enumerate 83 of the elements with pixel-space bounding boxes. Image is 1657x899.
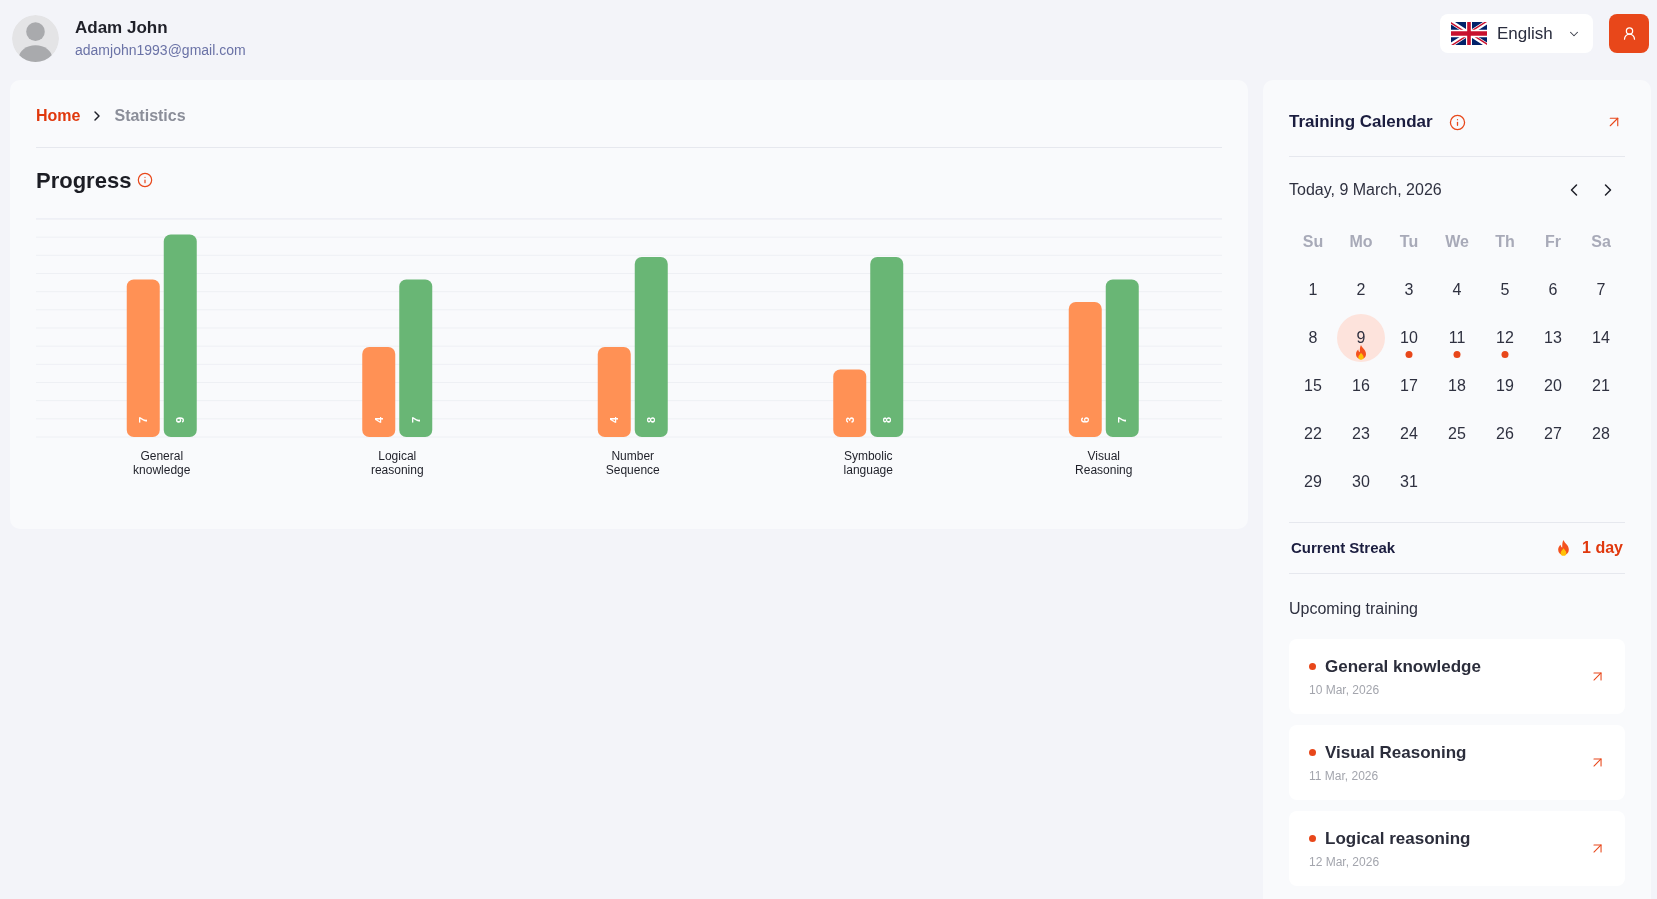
calendar-day[interactable]: 1: [1289, 266, 1337, 314]
bullet-icon: [1309, 663, 1316, 670]
weekday-label: Su: [1302, 232, 1324, 252]
training-title: Logical reasoning: [1325, 827, 1471, 850]
training-title: Visual Reasoning: [1325, 741, 1467, 764]
bar-value-label: 4: [372, 416, 385, 424]
bar-value-label: 4: [608, 416, 621, 424]
calendar-day[interactable]: 25: [1433, 410, 1481, 458]
bullet-icon: [1309, 835, 1316, 842]
user-silhouette-icon: [12, 15, 59, 62]
calendar-day[interactable]: 28: [1577, 410, 1625, 458]
bar-value-label: 7: [409, 416, 422, 424]
calendar-day[interactable]: 29: [1289, 458, 1337, 506]
calendar-day[interactable]: 5: [1481, 266, 1529, 314]
bar-value-label: 3: [843, 416, 856, 424]
user-email: adamjohn1993@gmail.com: [75, 41, 246, 60]
axis-label: Visual Reasoning: [1074, 449, 1134, 477]
user-icon: [1621, 26, 1637, 41]
breadcrumb-link[interactable]: Home: [36, 104, 81, 128]
streak-label: Current Streak: [1291, 537, 1396, 558]
training-date: 10 Mar, 2026: [1309, 681, 1381, 698]
calendar-day[interactable]: 30: [1337, 458, 1385, 506]
bar-value-label: 7: [1116, 416, 1129, 424]
flame-icon: [1557, 540, 1571, 556]
bar-value-label: 7: [137, 416, 150, 424]
calendar-day[interactable]: 18: [1433, 362, 1481, 410]
calendar-day[interactable]: 4: [1433, 266, 1481, 314]
calendar-day[interactable]: 2: [1337, 266, 1385, 314]
training-title: General knowledge: [1325, 655, 1481, 678]
streak-value: 1 day: [1582, 538, 1623, 558]
calendar-day[interactable]: 22: [1289, 410, 1337, 458]
bar-value-label: 8: [645, 416, 658, 424]
calendar-day[interactable]: 20: [1529, 362, 1577, 410]
flag-icon: [1451, 22, 1487, 45]
info-icon[interactable]: [137, 172, 154, 188]
calendar-day[interactable]: 13: [1529, 314, 1577, 362]
axis-label: Logical reasoning: [369, 449, 425, 477]
calendar-day[interactable]: 21: [1577, 362, 1625, 410]
breadcrumb-current: Statistics: [114, 106, 186, 126]
profile-button[interactable]: [1609, 14, 1649, 53]
calendar-day[interactable]: 24: [1385, 410, 1433, 458]
calendar-day[interactable]: 31: [1385, 458, 1433, 506]
calendar-day[interactable]: 27: [1529, 410, 1577, 458]
training-card[interactable]: General knowledge 10 Mar, 2026: [1289, 639, 1625, 714]
calendar-day[interactable]: 3: [1385, 266, 1433, 314]
training-card[interactable]: Logical reasoning 12 Mar, 2026: [1289, 811, 1625, 886]
upcoming-title: Upcoming training: [1289, 599, 1419, 619]
user-name: Adam John: [75, 17, 169, 39]
panel-title: Training Calendar: [1289, 111, 1433, 134]
calendar-day[interactable]: 14: [1577, 314, 1625, 362]
training-card[interactable]: Visual Reasoning 11 Mar, 2026: [1289, 725, 1625, 800]
calendar-day[interactable]: 9: [1337, 314, 1385, 362]
weekday-label: Sa: [1591, 232, 1611, 252]
training-date: 12 Mar, 2026: [1309, 853, 1381, 870]
bullet-icon: [1309, 749, 1316, 756]
bar-value-label: 9: [174, 416, 187, 424]
info-icon[interactable]: [1448, 113, 1466, 131]
section-title: Progress: [36, 166, 132, 195]
calendar-day[interactable]: 11: [1433, 314, 1481, 362]
calendar-day[interactable]: 7: [1577, 266, 1625, 314]
calendar-day[interactable]: 8: [1289, 314, 1337, 362]
calendar-day[interactable]: 26: [1481, 410, 1529, 458]
weekday-label: Tu: [1399, 232, 1419, 252]
calendar-day[interactable]: 23: [1337, 410, 1385, 458]
calendar-day[interactable]: 16: [1337, 362, 1385, 410]
axis-label: Number Sequence: [604, 449, 661, 477]
calendar-day[interactable]: 6: [1529, 266, 1577, 314]
current-date: Today, 9 March, 2026: [1289, 180, 1442, 200]
calendar-day[interactable]: 19: [1481, 362, 1529, 410]
weekday-label: Th: [1495, 232, 1515, 252]
calendar-day[interactable]: 17: [1385, 362, 1433, 410]
weekday-label: Fr: [1545, 232, 1561, 252]
calendar-day[interactable]: 12: [1481, 314, 1529, 362]
weekday-label: Mo: [1349, 232, 1373, 252]
axis-label: Symbolic language: [842, 449, 894, 477]
calendar-day[interactable]: 10: [1385, 314, 1433, 362]
bar-value-label: 6: [1079, 416, 1092, 424]
training-date: 11 Mar, 2026: [1309, 767, 1380, 784]
calendar-day[interactable]: 15: [1289, 362, 1337, 410]
language-selector[interactable]: English: [1440, 14, 1593, 53]
weekday-label: We: [1445, 232, 1469, 252]
axis-label: General knowledge: [132, 449, 192, 477]
bar-value-label: 8: [880, 416, 893, 424]
